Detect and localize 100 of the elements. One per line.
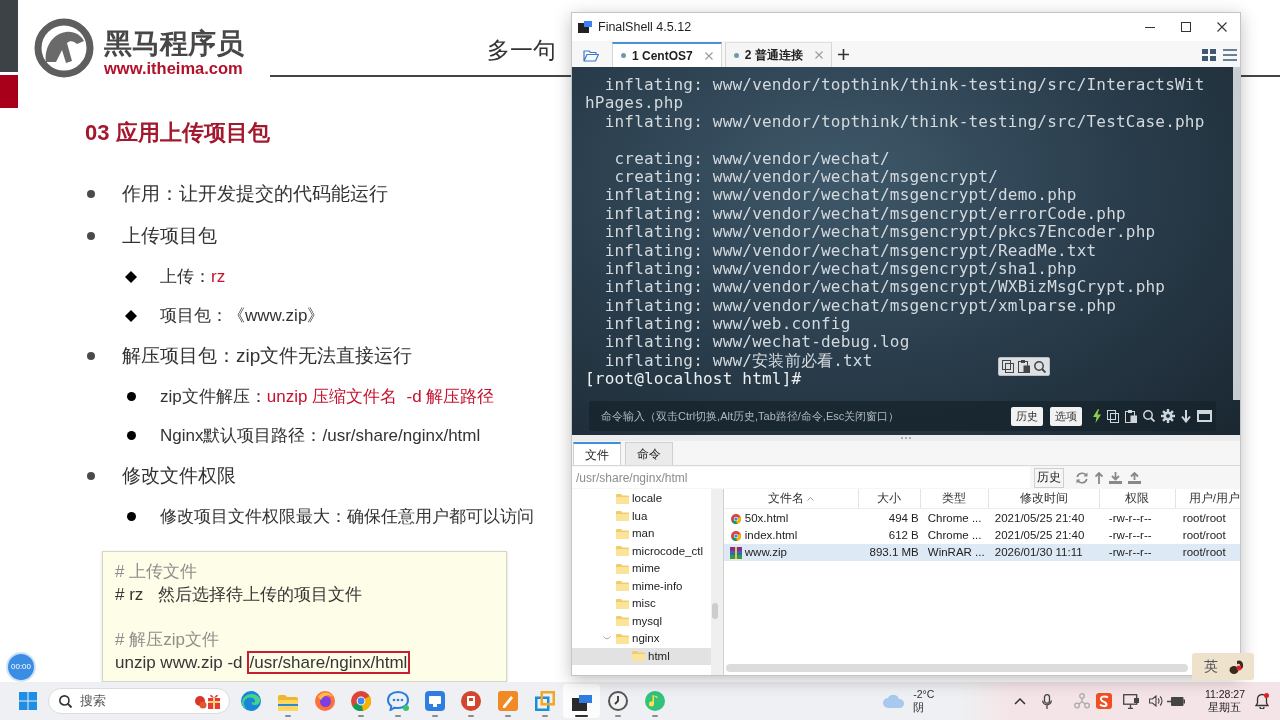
running-indicator-icon: [651, 714, 658, 717]
table-cell-text: Chrome ...: [927, 528, 982, 543]
column-header[interactable]: 类型: [920, 489, 989, 508]
tree-item[interactable]: lua: [572, 507, 711, 525]
table-row[interactable]: www.zip 893.1 MB WinRAR ... 2026/01/30 11:11 -rw-r--r-- root/root: [723, 544, 1240, 561]
terminal-line: hPages.php: [585, 94, 684, 113]
ime-status[interactable]: 英: [1192, 653, 1254, 680]
table-cell-text: 494 B: [888, 511, 919, 526]
table-cell-text: 2021/05/25 21:40: [994, 528, 1085, 543]
folder-icon: [632, 651, 645, 662]
code-line: # rz 然后选择待上传的项目文件: [115, 583, 362, 606]
session-tab[interactable]: 2 普通连接: [724, 42, 832, 67]
session-tab[interactable]: 1 CentOS7: [612, 42, 722, 67]
upload-button[interactable]: [1128, 471, 1141, 484]
table-cell-text: root/root: [1182, 528, 1226, 543]
column-header[interactable]: 权限: [1099, 489, 1176, 508]
folder-icon: [616, 633, 629, 644]
menu-button[interactable]: [1223, 49, 1237, 61]
download-icon: [1109, 471, 1122, 484]
table-row[interactable]: 50x.html 494 B Chrome ... 2021/05/25 21:40 -rw-r--r-- root/root: [723, 510, 1240, 527]
folder-icon: [616, 493, 629, 504]
panel-tab[interactable]: 文件: [573, 442, 621, 465]
terminal[interactable]: [572, 67, 1240, 435]
speaker-icon: [1148, 695, 1163, 707]
table-cell-text: root/root: [1182, 511, 1226, 526]
search-icon: [59, 694, 72, 708]
logo-name: 黑马程序员: [104, 29, 244, 59]
search-field[interactable]: 搜索: [48, 688, 230, 714]
swoosh-icon: [1095, 693, 1112, 709]
terminal-line: inflating: www/vendor/wechat/msgencrypt/sha1.php: [603, 259, 1077, 279]
terminal-prompt: [root@localhost html]#: [585, 370, 802, 389]
taskbar-app[interactable]: [563, 684, 600, 718]
tree-item[interactable]: man: [572, 525, 711, 543]
path-field[interactable]: /usr/share/nginx/html: [572, 467, 1030, 488]
command-bar-button[interactable]: 历史: [1011, 406, 1043, 426]
bullet-icon: [87, 472, 95, 480]
open-folder-button[interactable]: [583, 49, 599, 62]
column-header[interactable]: 文件名: [723, 489, 859, 508]
download-button[interactable]: [1109, 471, 1122, 484]
running-indicator-icon: [285, 714, 292, 717]
overlapping-squares-icon: [534, 690, 555, 711]
new-tab-button[interactable]: [837, 49, 849, 60]
refresh-button[interactable]: [1076, 471, 1088, 484]
column-header[interactable]: 大小: [858, 489, 921, 508]
command-bar-button[interactable]: 选项: [1050, 406, 1082, 426]
scrollbar[interactable]: [725, 664, 1188, 672]
file-name: www.zip: [744, 545, 787, 560]
bullet-icon: [87, 232, 95, 240]
running-indicator-icon: [431, 714, 438, 717]
tree-item[interactable]: mysql: [572, 612, 711, 630]
paste-icon: [1125, 409, 1137, 423]
gear-icon: [1161, 409, 1175, 423]
diamond-bullet-icon: [125, 309, 137, 322]
table-cell-text: Chrome ...: [927, 511, 982, 526]
running-indicator-icon: [505, 714, 512, 717]
running-indicator-icon: [468, 714, 475, 717]
scrollbar[interactable]: [1233, 67, 1240, 400]
bullet-icon: [87, 190, 95, 198]
weather-widget[interactable]: -2°C 阴: [883, 688, 935, 714]
paste-icon: [1018, 360, 1030, 373]
command-input[interactable]: 命令输入（双击Ctrl切换,Alt历史,Tab路径/命令,Esc关闭窗口）: [589, 401, 1004, 431]
close-icon: [704, 51, 713, 60]
folder-icon: [616, 616, 629, 627]
column-header[interactable]: 修改时间: [988, 489, 1100, 508]
tree-item[interactable]: microcode_ctl: [572, 542, 711, 560]
tree-item[interactable]: mime-info: [572, 577, 711, 595]
scrollbar[interactable]: [710, 489, 719, 675]
close-icon: [1217, 22, 1227, 32]
archive-icon: [729, 546, 742, 559]
table-row[interactable]: index.html 612 B Chrome ... 2021/05/25 21:40 -rw-r--r-- root/root: [723, 527, 1240, 544]
bullet-text: 解压项目包：zip文件无法直接运行: [122, 344, 413, 368]
tree-item[interactable]: misc: [572, 595, 711, 613]
terminal-line: inflating: www/安装前必看.txt: [603, 351, 873, 371]
panel-tab[interactable]: 命令: [625, 442, 673, 465]
folder-icon: [583, 49, 599, 62]
history-button[interactable]: 历史: [1034, 467, 1064, 488]
code-comment: # 上传文件: [115, 561, 198, 583]
accent-bar: [0, 0, 18, 72]
tree-item[interactable]: locale: [572, 490, 711, 508]
column-header[interactable]: 用户/用户: [1175, 489, 1240, 508]
parent-folder-button[interactable]: [1095, 471, 1103, 484]
tree-item[interactable]: nginx: [572, 630, 711, 648]
tray-button[interactable]: [1013, 697, 1026, 705]
swirl-icon: [241, 690, 262, 711]
tree-item[interactable]: mime: [572, 560, 711, 578]
file-name: 50x.html: [744, 511, 789, 526]
cloud-icon: [883, 694, 906, 708]
sort-caret-icon: [806, 496, 814, 501]
close-icon: [814, 51, 823, 59]
bullet-icon: [87, 352, 95, 360]
clock[interactable]: 11:28:27 星期五: [1204, 688, 1245, 714]
segmented-circle-icon: [730, 530, 741, 541]
folder-icon: [616, 528, 629, 539]
terminal-line: inflating: www/vendor/topthink/think-testing/src/TestCase.php: [603, 112, 1205, 132]
terminal-line: inflating: www/vendor/wechat/msgencrypt/demo.php: [603, 186, 1077, 205]
accent-bar: [0, 75, 18, 108]
layout-button[interactable]: [1202, 49, 1216, 61]
search-icon: [1034, 360, 1046, 373]
tree-item[interactable]: html: [572, 647, 711, 665]
code-line: unzip www.zip -d /usr/share/nginx/html: [115, 651, 411, 674]
